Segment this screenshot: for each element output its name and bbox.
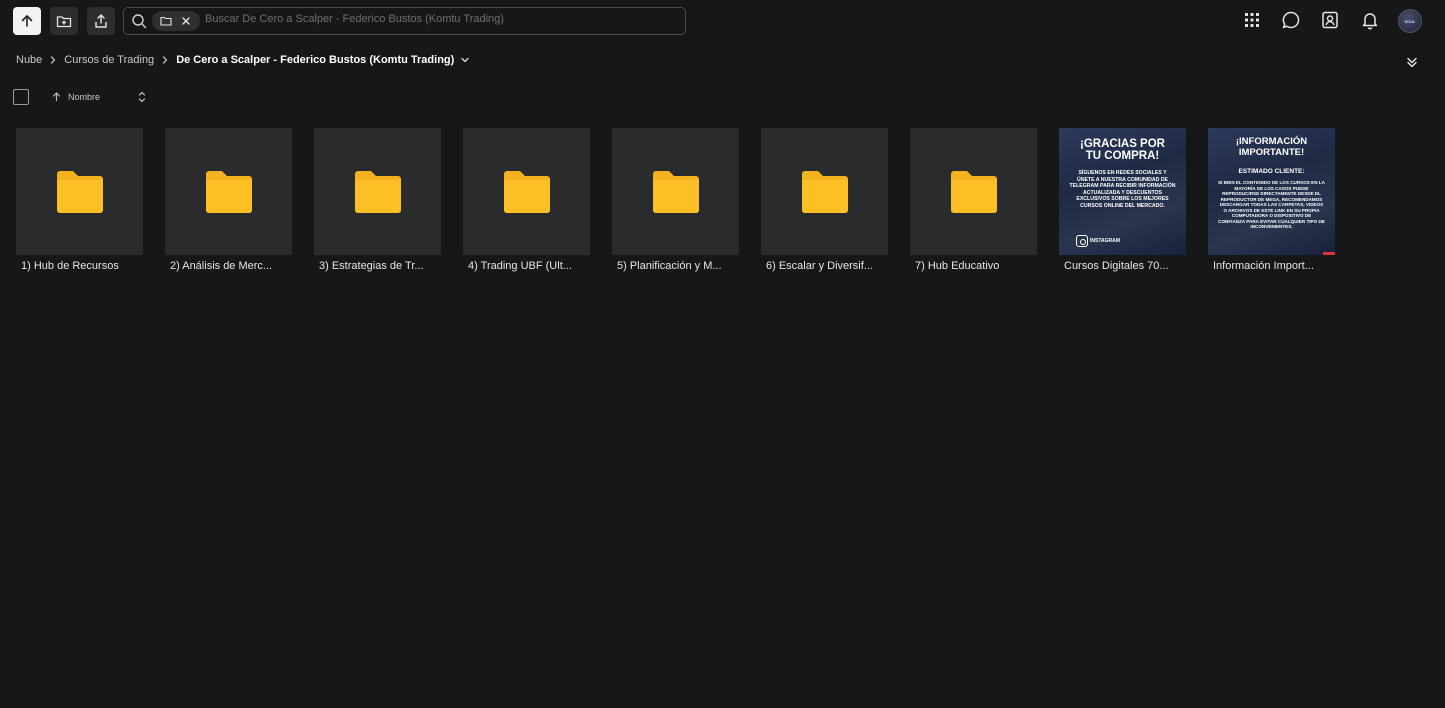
sort-ascending-icon[interactable] <box>51 91 62 102</box>
folder-icon <box>652 170 699 213</box>
search-icon <box>132 14 147 29</box>
poster-title: IMPORTANTE! <box>1238 147 1305 158</box>
avatar[interactable]: SOUL <box>1398 9 1422 33</box>
folder-icon <box>160 16 172 26</box>
breadcrumb: Nube Cursos de Trading De Cero a Scalper… <box>16 52 470 68</box>
folder-icon <box>950 170 997 213</box>
chevron-right-icon <box>163 56 168 64</box>
sort-label[interactable]: Nombre <box>68 92 100 102</box>
poster-title: ¡INFORMACIÓN <box>1235 136 1308 147</box>
chevron-right-icon <box>51 56 56 64</box>
item-label: 7) Hub Educativo <box>915 260 1000 272</box>
poster-body: SI BIEN EL CONTENIDO DE LOS CURSOS EN LA… <box>1218 180 1325 229</box>
folder-thumbnail <box>910 128 1037 255</box>
folder-thumbnail <box>16 128 143 255</box>
search-placeholder: Buscar De Cero a Scalper - Federico Bust… <box>205 13 504 25</box>
item-label: 1) Hub de Recursos <box>21 260 119 272</box>
poster-accent <box>1323 252 1335 255</box>
poster-body: SÍGUENOS EN REDES SOCIALES Y ÚNETE A NUE… <box>1069 170 1176 209</box>
grid-item[interactable]: 6) Escalar y Diversif... <box>761 128 888 278</box>
top-bar: Buscar De Cero a Scalper - Federico Bust… <box>0 0 1445 42</box>
breadcrumb-item-current[interactable]: De Cero a Scalper - Federico Bustos (Kom… <box>176 54 454 66</box>
folder-thumbnail <box>612 128 739 255</box>
folder-icon <box>205 170 252 213</box>
search-scope-chip[interactable] <box>152 11 200 31</box>
new-folder-icon <box>56 16 72 28</box>
grid-item[interactable]: 5) Planificación y M... <box>612 128 739 278</box>
item-label: 4) Trading UBF (Ult... <box>468 260 572 272</box>
upload-button[interactable] <box>87 7 115 35</box>
grid-item[interactable]: 3) Estrategias de Tr... <box>314 128 441 278</box>
new-folder-button[interactable] <box>50 7 78 35</box>
grid-item[interactable]: 7) Hub Educativo <box>910 128 1037 278</box>
grid-item[interactable]: 1) Hub de Recursos <box>16 128 143 278</box>
close-icon[interactable] <box>180 15 192 27</box>
folder-icon <box>56 170 103 213</box>
poster-title: TU COMPRA! <box>1085 150 1160 162</box>
bell-icon[interactable] <box>1360 10 1380 30</box>
item-label: 5) Planificación y M... <box>617 260 722 272</box>
sort-bar: Nombre <box>13 89 153 105</box>
up-arrow-icon <box>21 15 33 27</box>
collapse-icon[interactable] <box>1405 55 1419 69</box>
poster-social: INSTAGRAM <box>1090 238 1120 244</box>
folder-icon <box>801 170 848 213</box>
avatar-text: SOUL <box>1404 18 1416 24</box>
folder-thumbnail <box>165 128 292 255</box>
item-label: 3) Estrategias de Tr... <box>319 260 424 272</box>
item-label: Información Import... <box>1213 260 1314 272</box>
poster-subtitle: ESTIMADO CLIENTE: <box>1238 168 1305 175</box>
folder-thumbnail <box>761 128 888 255</box>
image-thumbnail: ¡INFORMACIÓN IMPORTANTE! ESTIMADO CLIENT… <box>1208 128 1335 255</box>
image-thumbnail: ¡GRACIAS POR TU COMPRA! SÍGUENOS EN REDE… <box>1059 128 1186 255</box>
grid-item[interactable]: 2) Análisis de Merc... <box>165 128 292 278</box>
breadcrumb-item-cursos[interactable]: Cursos de Trading <box>64 54 154 66</box>
up-button[interactable] <box>13 7 41 35</box>
select-all-checkbox[interactable] <box>13 89 29 105</box>
upload-icon <box>95 14 107 28</box>
breadcrumb-item-nube[interactable]: Nube <box>16 54 42 66</box>
item-label: 2) Análisis de Merc... <box>170 260 273 272</box>
chevron-down-icon[interactable] <box>460 55 470 65</box>
poster-title: ¡GRACIAS POR <box>1080 138 1165 150</box>
instagram-icon <box>1076 235 1088 247</box>
apps-grid-icon[interactable] <box>1242 10 1262 30</box>
folder-thumbnail <box>463 128 590 255</box>
grid-item[interactable]: ¡INFORMACIÓN IMPORTANTE! ESTIMADO CLIENT… <box>1208 128 1335 278</box>
contacts-icon[interactable] <box>1320 10 1340 30</box>
grid-item[interactable]: 4) Trading UBF (Ult... <box>463 128 590 278</box>
folder-icon <box>354 170 401 213</box>
item-label: 6) Escalar y Diversif... <box>766 260 873 272</box>
grid-item[interactable]: ¡GRACIAS POR TU COMPRA! SÍGUENOS EN REDE… <box>1059 128 1186 278</box>
folder-thumbnail <box>314 128 441 255</box>
item-label: Cursos Digitales 70... <box>1064 260 1169 272</box>
folder-icon <box>503 170 550 213</box>
chat-icon[interactable] <box>1281 10 1301 30</box>
sort-toggle-icon[interactable] <box>136 90 148 104</box>
